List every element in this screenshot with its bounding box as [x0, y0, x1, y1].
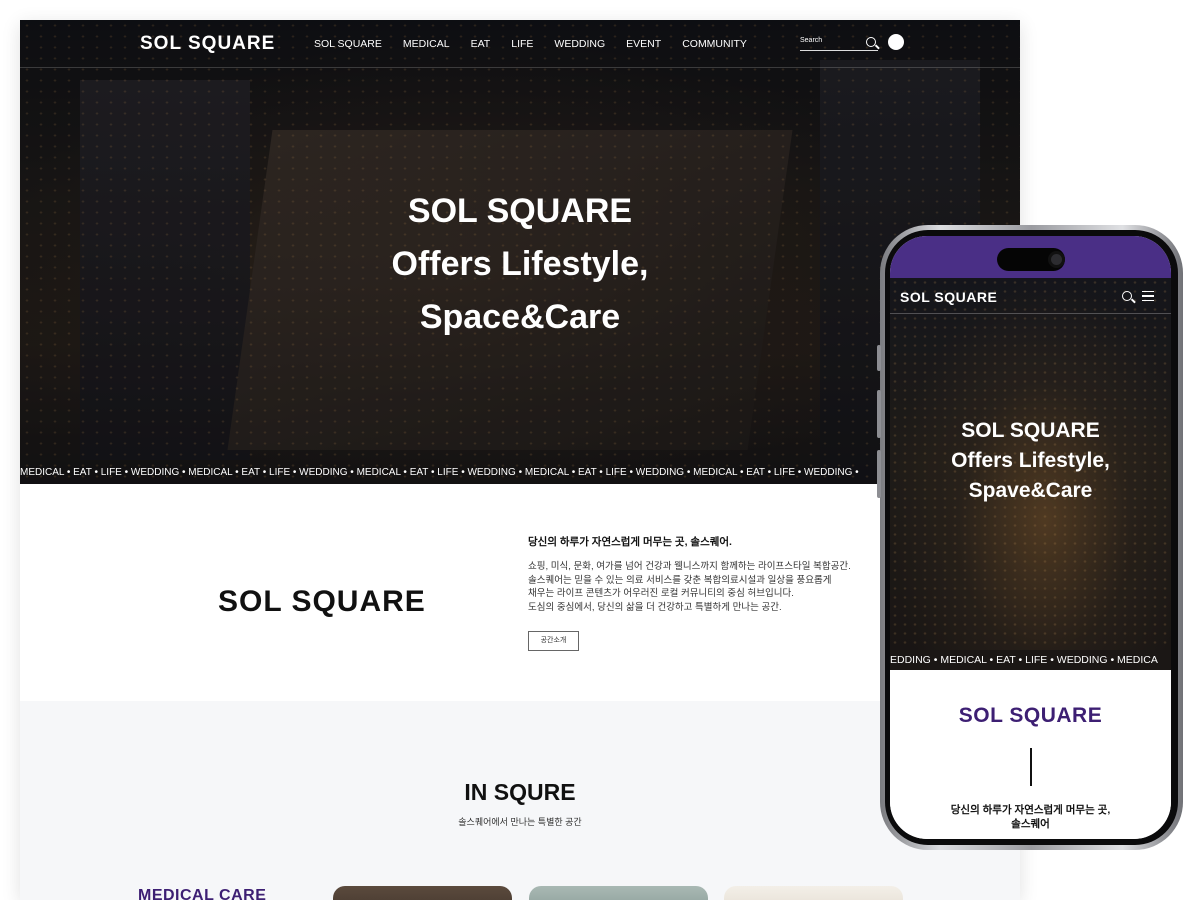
mobile-intro-text-line: 솔스퀘어 — [1011, 818, 1050, 830]
intro-body: 쇼핑, 미식, 문화, 여가를 넘어 건강과 웰니스까지 함께하는 라이프스타일… — [528, 560, 898, 614]
intro-logo: SOL SQUARE — [218, 585, 426, 618]
intro-section: SOL SQUARE 당신의 하루가 자연스럽게 머무는 곳, 솔스퀘어. 쇼핑… — [20, 484, 1020, 701]
mobile-hero-section: SOL SQUARE SOL SQUARE Offers Lifestyle, … — [890, 278, 1171, 650]
category-ticker: MEDICAL • EAT • LIFE • WEDDING • MEDICAL… — [20, 467, 859, 478]
mobile-phone-mockup: SOL SQUARE SOL SQUARE Offers Lifestyle, … — [877, 225, 1183, 850]
space-card-image[interactable] — [333, 886, 512, 900]
site-logo[interactable]: SOL SQUARE — [140, 33, 275, 55]
hero-title-line: SOL SQUARE — [407, 192, 633, 230]
search-icon[interactable] — [866, 37, 876, 47]
phone-side-button — [877, 345, 881, 371]
main-nav: SOL SQUARE MEDICAL EAT LIFE WEDDING EVEN… — [314, 38, 747, 50]
mobile-hero-title: SOL SQUARE Offers Lifestyle, Spave&Care — [910, 416, 1151, 506]
in-square-section: IN SQURE 솔스퀘어에서 만나는 특별한 공간 MEDICAL CARE — [20, 701, 1020, 900]
nav-item-wedding[interactable]: WEDDING — [554, 38, 605, 50]
section-title: IN SQURE — [464, 779, 576, 805]
mobile-site-logo[interactable]: SOL SQUARE — [900, 289, 997, 305]
hero-title: SOL SQUARE Offers Lifestyle, Space&Care — [320, 185, 720, 344]
profile-icon[interactable] — [888, 34, 904, 50]
space-card-image[interactable] — [529, 886, 708, 900]
phone-side-button — [877, 450, 881, 498]
intro-body-line: 채우는 라이프 콘텐츠가 어우러진 로컬 커뮤니티의 중심 허브입니다. — [528, 588, 794, 599]
mobile-screen: SOL SQUARE SOL SQUARE Offers Lifestyle, … — [890, 236, 1171, 839]
desktop-header: SOL SQUARE SOL SQUARE MEDICAL EAT LIFE W… — [20, 20, 1020, 68]
intro-body-line: 쇼핑, 미식, 문화, 여가를 넘어 건강과 웰니스까지 함께하는 라이프스타일… — [528, 561, 851, 572]
section-subtitle: 솔스퀘어에서 만나는 특별한 공간 — [458, 817, 582, 827]
mobile-intro-text: 당신의 하루가 자연스럽게 머무는 곳, 솔스퀘어 — [920, 803, 1141, 831]
space-card-image[interactable] — [724, 886, 903, 900]
mobile-category-ticker: EDDING • MEDICAL • EAT • LIFE • WEDDING … — [890, 650, 1171, 670]
mobile-header: SOL SQUARE — [890, 278, 1171, 314]
hamburger-menu-icon[interactable] — [1142, 291, 1154, 301]
space-intro-button[interactable]: 공간소개 — [528, 631, 579, 651]
category-title: MEDICAL CARE — [138, 887, 267, 900]
intro-headline: 당신의 하루가 자연스럽게 머무는 곳, 솔스퀘어. — [528, 536, 732, 548]
status-bar — [890, 236, 1171, 278]
nav-item-sol-square[interactable]: SOL SQUARE — [314, 38, 382, 50]
nav-item-event[interactable]: EVENT — [626, 38, 661, 50]
hero-title-line: SOL SQUARE — [961, 419, 1100, 442]
search-icon[interactable] — [1122, 291, 1132, 301]
mobile-intro-logo: SOL SQUARE — [958, 704, 1103, 727]
intro-body-line: 도심의 중심에서, 당신의 삶을 더 건강하고 특별하게 만나는 공간. — [528, 601, 782, 613]
hero-title-line: Space&Care — [419, 298, 621, 336]
hero-section: SOL SQUARE SOL SQUARE MEDICAL EAT LIFE W… — [20, 20, 1020, 484]
nav-item-community[interactable]: COMMUNITY — [682, 38, 747, 50]
vertical-divider — [1030, 748, 1032, 786]
hero-title-line: Offers Lifestyle, — [951, 449, 1110, 472]
mobile-intro-section: SOL SQUARE 당신의 하루가 자연스럽게 머무는 곳, 솔스퀘어 — [890, 670, 1171, 839]
nav-item-life[interactable]: LIFE — [511, 38, 533, 50]
nav-item-medical[interactable]: MEDICAL — [403, 38, 450, 50]
hero-title-line: Spave&Care — [968, 479, 1093, 502]
phone-side-button — [877, 390, 881, 438]
camera-icon — [1048, 251, 1065, 268]
hero-title-line: Offers Lifestyle, — [391, 245, 649, 283]
desktop-site-preview: SOL SQUARE SOL SQUARE MEDICAL EAT LIFE W… — [20, 20, 1020, 900]
intro-body-line: 솔스퀘어는 믿을 수 있는 의료 서비스를 갖춘 복합의료시설과 일상을 풍요롭… — [528, 574, 832, 586]
nav-item-eat[interactable]: EAT — [471, 38, 491, 50]
mobile-intro-text-line: 당신의 하루가 자연스럽게 머무는 곳, — [950, 804, 1111, 816]
